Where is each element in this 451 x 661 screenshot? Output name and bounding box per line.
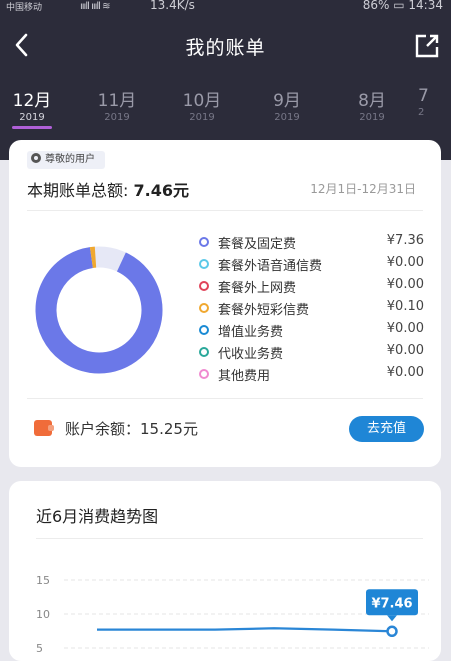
- tab-month-label: 12月: [2, 86, 62, 111]
- trend-series-line: [97, 628, 392, 631]
- legend-label: 增值业务费: [218, 321, 283, 340]
- tab-month-label: 8月: [342, 86, 402, 111]
- legend-label: 套餐外短彩信费: [218, 299, 309, 318]
- legend-value: ¥7.36: [387, 233, 424, 248]
- expense-donut-chart: [34, 245, 164, 375]
- legend-label: 套餐外语音通信费: [218, 255, 322, 274]
- tab-month-label: 9月: [257, 86, 317, 111]
- share-icon[interactable]: [413, 32, 441, 60]
- tab-year-label: 2019: [342, 112, 402, 123]
- legend-dot-icon: [199, 325, 209, 335]
- legend-dot-icon: [199, 237, 209, 247]
- legend-value: ¥0.00: [387, 255, 424, 270]
- tab-year-label: 2019: [87, 112, 147, 123]
- value-tooltip-label: ¥7.46: [371, 596, 412, 611]
- battery-icon: ▭: [393, 0, 404, 12]
- bill-total-label: 本期账单总额:: [27, 181, 133, 200]
- donut-slice: [46, 258, 152, 363]
- y-tick-label: 5: [36, 642, 43, 655]
- tab-month-label: 7: [418, 86, 451, 106]
- legend-value: ¥0.00: [387, 277, 424, 292]
- legend-label: 套餐及固定费: [218, 233, 296, 252]
- divider: [36, 538, 423, 539]
- tab-year-label: 2019: [2, 112, 62, 123]
- nav-bar: 我的账单: [0, 26, 451, 66]
- user-icon: [31, 153, 41, 163]
- tab-year-label: 2019: [257, 112, 317, 123]
- active-tab-indicator: [12, 126, 52, 129]
- top-up-button[interactable]: 去充值: [349, 416, 424, 442]
- user-badge: 尊敬的用户: [27, 151, 105, 169]
- status-right: 86% ▭ 14:34: [363, 0, 443, 12]
- legend-row-collection: 代收业务费 ¥0.00: [199, 341, 424, 363]
- trend-current-point: [388, 627, 397, 636]
- y-tick-label: 10: [36, 608, 50, 621]
- legend-row-data: 套餐外上网费 ¥0.00: [199, 275, 424, 297]
- legend-dot-icon: [199, 347, 209, 357]
- user-badge-label: 尊敬的用户: [45, 154, 95, 165]
- tab-year-label: 2019: [172, 112, 232, 123]
- balance-label: 账户余额：: [65, 420, 140, 438]
- balance-value: 15.25元: [140, 420, 198, 438]
- tab-month-10[interactable]: 10月 2019: [172, 86, 232, 123]
- legend-value: ¥0.00: [387, 321, 424, 336]
- tab-month-7[interactable]: 7 2: [418, 86, 451, 118]
- value-tooltip-pointer: [387, 615, 397, 621]
- expense-legend: 套餐及固定费 ¥7.36 套餐外语音通信费 ¥0.00 套餐外上网费 ¥0.00 套餐…: [199, 231, 424, 385]
- billing-period: 12月1日-12月31日: [310, 180, 416, 197]
- tab-month-11[interactable]: 11月 2019: [87, 86, 147, 123]
- bill-summary-card: 尊敬的用户 本期账单总额: 7.46元 12月1日-12月31日 套餐及固定费 ¥…: [9, 140, 441, 467]
- divider: [27, 210, 423, 211]
- legend-dot-icon: [199, 303, 209, 313]
- legend-row-voice: 套餐外语音通信费 ¥0.00: [199, 253, 424, 275]
- tab-year-label: 2: [418, 107, 451, 118]
- legend-dot-icon: [199, 369, 209, 379]
- month-tabs: 12月 2019 11月 2019 10月 2019 9月 2019 8月 20…: [0, 86, 451, 126]
- tab-month-label: 10月: [172, 86, 232, 111]
- tab-month-label: 11月: [87, 86, 147, 111]
- tab-month-12[interactable]: 12月 2019: [2, 86, 62, 129]
- legend-label: 代收业务费: [218, 343, 283, 362]
- legend-value: ¥0.00: [387, 365, 424, 380]
- battery-level: 86%: [363, 0, 390, 12]
- legend-dot-icon: [199, 259, 209, 269]
- wallet-icon: [34, 420, 52, 436]
- tab-month-8[interactable]: 8月 2019: [342, 86, 402, 123]
- legend-row-other: 其他费用 ¥0.00: [199, 363, 424, 385]
- legend-value: ¥0.10: [387, 299, 424, 314]
- legend-row-value-added: 增值业务费 ¥0.00: [199, 319, 424, 341]
- divider: [27, 398, 423, 399]
- network-speed: 13.4K/s: [150, 0, 195, 12]
- bill-total-value: 7.46元: [133, 181, 188, 200]
- page-title: 我的账单: [0, 33, 451, 60]
- account-balance: 账户余额：15.25元: [65, 418, 198, 439]
- balance-row: 账户余额：15.25元 去充值: [29, 415, 424, 443]
- status-bar: 中国移动 ıııll ıııll ≋ 13.4K/s 86% ▭ 14:34: [0, 0, 451, 14]
- legend-label: 其他费用: [218, 365, 270, 384]
- signal-icon: ıııll ıııll ≋: [80, 1, 110, 12]
- bill-total: 本期账单总额: 7.46元: [27, 177, 189, 201]
- legend-row-sms: 套餐外短彩信费 ¥0.10: [199, 297, 424, 319]
- trend-card: 近6月消费趋势图 15 10 5 ¥7.46: [9, 481, 441, 661]
- header: 中国移动 ıııll ıııll ≋ 13.4K/s 86% ▭ 14:34 我…: [0, 0, 451, 160]
- legend-row-package: 套餐及固定费 ¥7.36: [199, 231, 424, 253]
- legend-label: 套餐外上网费: [218, 277, 296, 296]
- carrier-text: 中国移动: [6, 0, 42, 13]
- legend-dot-icon: [199, 281, 209, 291]
- legend-value: ¥0.00: [387, 343, 424, 358]
- y-tick-label: 15: [36, 574, 50, 587]
- trend-title: 近6月消费趋势图: [36, 503, 158, 527]
- tab-month-9[interactable]: 9月 2019: [257, 86, 317, 123]
- clock: 14:34: [408, 0, 443, 12]
- trend-line-chart: 15 10 5 ¥7.46: [9, 561, 441, 661]
